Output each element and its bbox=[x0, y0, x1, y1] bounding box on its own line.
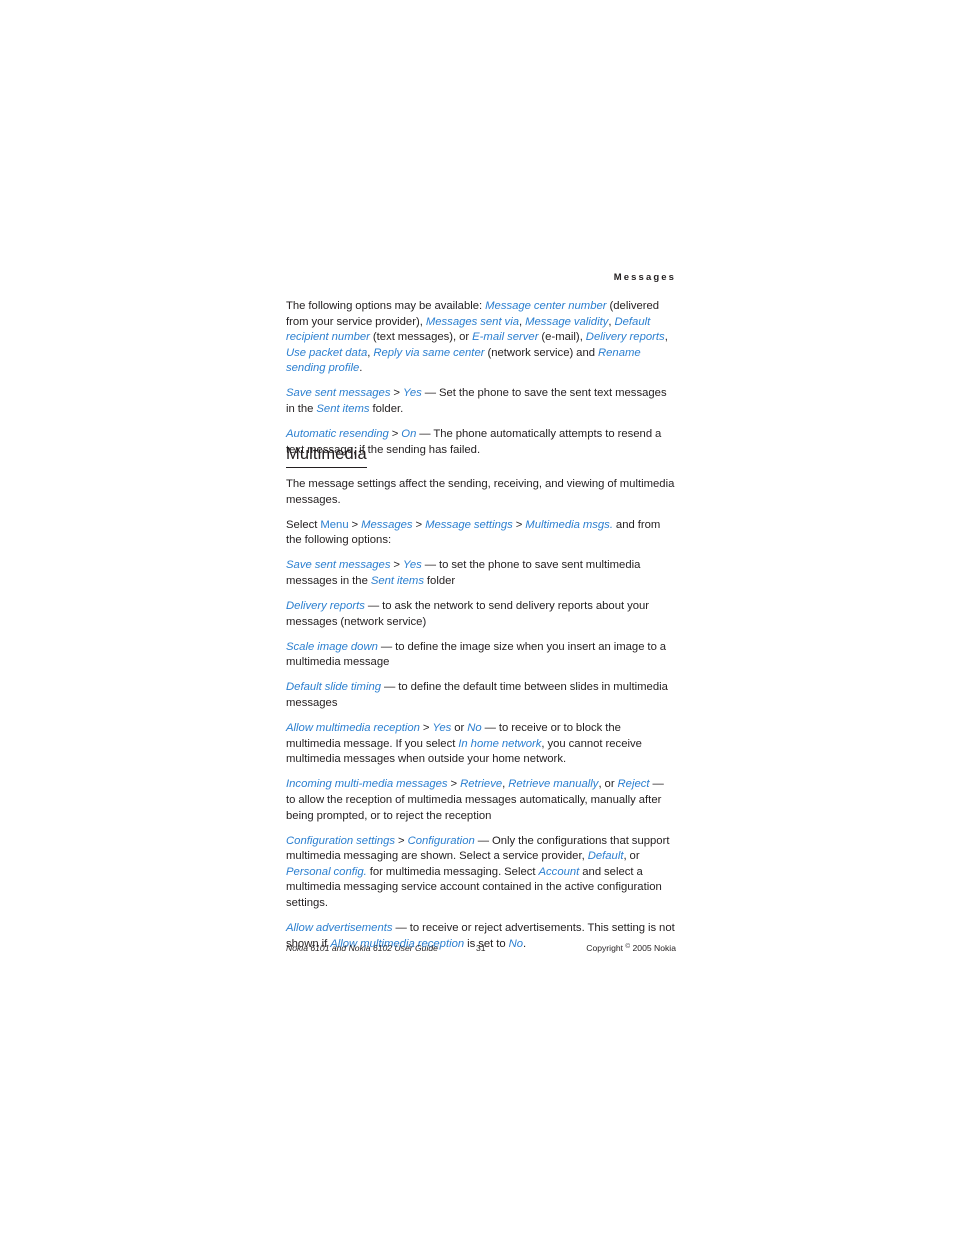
p-options-available: The following options may be available: … bbox=[286, 299, 676, 377]
body-text: (network service) and bbox=[484, 346, 598, 359]
ui-string: Scale image down bbox=[286, 640, 378, 653]
footer-copyright-prefix: Copyright bbox=[586, 943, 626, 953]
ui-string: Reject bbox=[617, 778, 650, 791]
ui-string: Save sent messages bbox=[286, 559, 391, 572]
p-save-sent-messages-mms: Save sent messages > Yes — to set the ph… bbox=[286, 558, 676, 589]
ui-string-menu: Menu bbox=[320, 518, 349, 531]
ui-string: Message validity bbox=[525, 315, 609, 328]
p-save-sent-messages-text: Save sent messages > Yes — Set the phone… bbox=[286, 386, 676, 417]
body-text: or bbox=[451, 722, 468, 735]
ui-string: Account bbox=[538, 865, 580, 878]
body-text: , or bbox=[623, 850, 640, 863]
body-text: The message settings affect the sending,… bbox=[286, 478, 675, 506]
p-message-settings-affect: The message settings affect the sending,… bbox=[286, 477, 676, 508]
ui-string: No bbox=[467, 722, 482, 735]
body-text: (text messages), or bbox=[369, 331, 473, 344]
ui-string: Save sent messages bbox=[286, 387, 391, 400]
ui-string: Messages bbox=[361, 518, 413, 531]
ui-string: Retrieve manually bbox=[508, 778, 599, 791]
body-text: > bbox=[412, 518, 426, 531]
ui-string: Messages sent via bbox=[425, 315, 519, 328]
ui-string: Personal config. bbox=[286, 865, 367, 878]
ui-string: Sent items bbox=[370, 574, 424, 587]
ui-string: Allow multimedia reception bbox=[286, 722, 420, 735]
ui-string: Message settings bbox=[425, 518, 513, 531]
page-title: Multimedia bbox=[286, 445, 367, 468]
body-text: , bbox=[664, 331, 668, 344]
body-text: > bbox=[512, 518, 526, 531]
page-footer: Nokia 6101 and Nokia 6102 User Guide 31 … bbox=[286, 941, 676, 954]
running-header: Messages bbox=[613, 272, 676, 283]
ui-string: Incoming multi-media messages bbox=[286, 778, 448, 791]
body-text: > bbox=[388, 428, 402, 441]
ui-string: Configuration bbox=[407, 834, 475, 847]
ui-string: Default slide timing bbox=[286, 681, 382, 694]
p-delivery-reports: Delivery reports — to ask the network to… bbox=[286, 599, 676, 630]
ui-string: On bbox=[401, 428, 417, 441]
section-heading-wrap: Multimedia bbox=[286, 445, 676, 468]
footer-copyright-suffix: 2005 Nokia bbox=[630, 943, 677, 953]
ui-string: Default bbox=[587, 850, 624, 863]
ui-string: Yes bbox=[402, 387, 422, 400]
ui-string: Reply via same center bbox=[373, 346, 485, 359]
body-text: folder bbox=[423, 574, 456, 587]
body-text: , or bbox=[598, 778, 618, 791]
ui-string: Use packet data bbox=[286, 346, 368, 359]
ui-string: Sent items bbox=[316, 403, 370, 416]
p-configuration-settings: Configuration settings > Configuration —… bbox=[286, 834, 676, 912]
document-page: Messages The following options may be av… bbox=[0, 0, 954, 1235]
ui-string: Yes bbox=[432, 722, 452, 735]
body-text: for multimedia messaging. Select bbox=[366, 865, 539, 878]
p-allow-multimedia-reception: Allow multimedia reception > Yes or No —… bbox=[286, 721, 676, 768]
body-text: > bbox=[348, 518, 362, 531]
ui-string: Automatic resending bbox=[286, 428, 389, 441]
footer-page-number: 31 bbox=[476, 943, 486, 953]
p-incoming-multi-media-messages: Incoming multi-media messages > Retrieve… bbox=[286, 777, 676, 824]
body-text: . bbox=[359, 362, 363, 375]
ui-string: Multimedia msgs. bbox=[525, 518, 613, 531]
multimedia-text-block: The message settings affect the sending,… bbox=[286, 477, 676, 952]
ui-string: Delivery reports bbox=[585, 331, 665, 344]
ui-string: In home network bbox=[458, 737, 542, 750]
body-text: folder. bbox=[369, 403, 404, 416]
body-text: > bbox=[447, 778, 461, 791]
body-text: > bbox=[419, 722, 433, 735]
body-text: Select bbox=[286, 518, 321, 531]
ui-string: Message center number bbox=[485, 300, 607, 312]
p-scale-image-down: Scale image down — to define the image s… bbox=[286, 640, 676, 671]
ui-string: Retrieve bbox=[460, 778, 503, 791]
body-text: > bbox=[395, 834, 408, 847]
intro-text-block: The following options may be available: … bbox=[286, 299, 676, 458]
ui-string: Delivery reports bbox=[286, 600, 365, 613]
ui-string: Yes bbox=[402, 559, 422, 572]
body-text: > bbox=[390, 387, 403, 400]
body-text: > bbox=[390, 559, 403, 572]
body-text: (e-mail), bbox=[538, 331, 586, 344]
ui-string: Configuration settings bbox=[286, 834, 396, 847]
footer-guide-title: Nokia 6101 and Nokia 6102 User Guide bbox=[286, 943, 438, 953]
p-default-slide-timing: Default slide timing — to define the def… bbox=[286, 680, 676, 711]
multimedia-section: Multimedia The message settings affect t… bbox=[286, 445, 676, 952]
ui-string: E-mail server bbox=[472, 331, 539, 344]
body-text: The following options may be available: bbox=[286, 300, 486, 312]
ui-string: Allow advertisements bbox=[286, 922, 393, 935]
footer-copyright: Copyright © 2005 Nokia bbox=[536, 941, 676, 954]
p-select-path: Select Menu > Messages > Message setting… bbox=[286, 518, 676, 549]
